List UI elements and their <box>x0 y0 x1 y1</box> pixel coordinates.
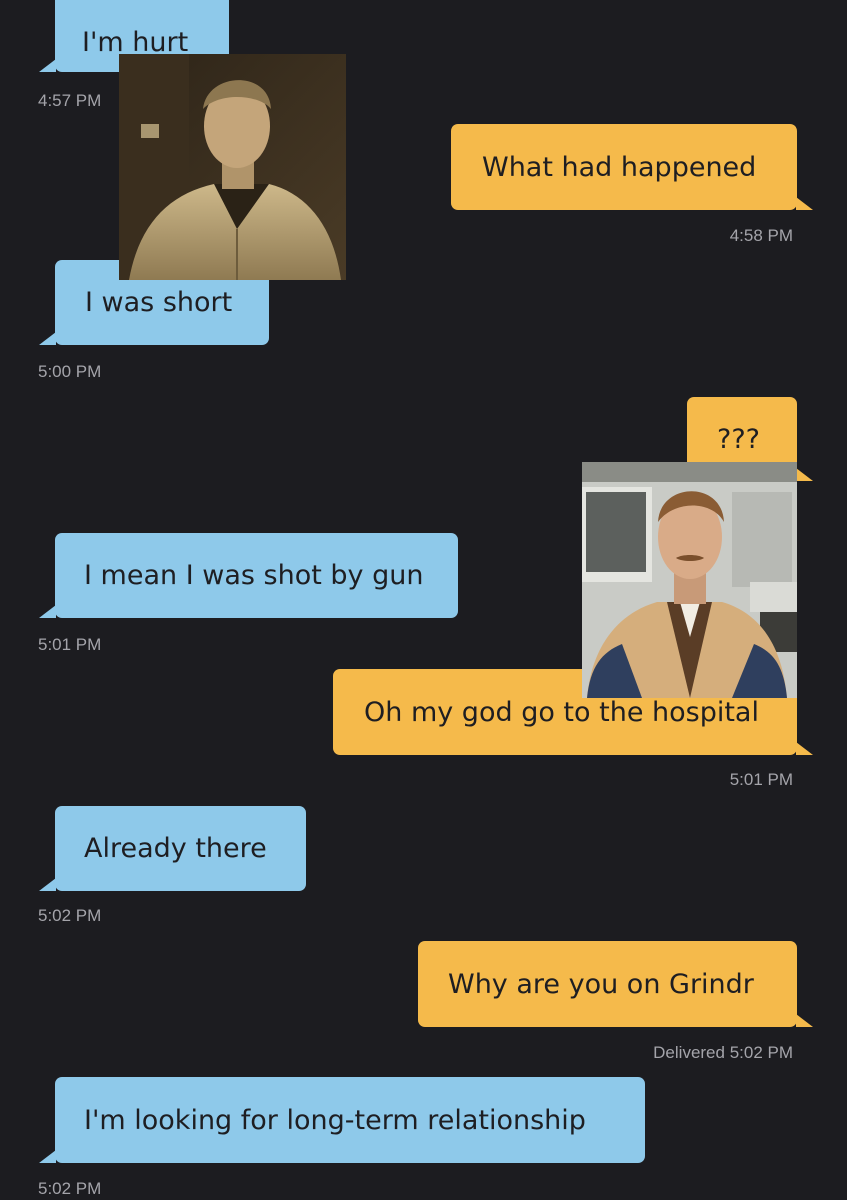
message-text: What had happened <box>482 151 757 183</box>
message-text: Oh my god go to the hospital <box>364 696 759 728</box>
incoming-message[interactable]: I'm looking for long-term relationship <box>39 1077 645 1163</box>
message-timestamp: 4:58 PM <box>729 226 793 245</box>
message-text: I mean I was shot by gun <box>84 560 424 591</box>
incoming-message[interactable]: I mean I was shot by gun <box>39 533 458 618</box>
message-timestamp: 5:01 PM <box>729 770 793 789</box>
outgoing-message[interactable]: What had happened <box>451 124 813 210</box>
message-text: I'm hurt <box>82 27 189 58</box>
message-text: ??? <box>717 423 760 455</box>
message-text: I'm looking for long-term relationship <box>84 1104 586 1136</box>
message-timestamp: 4:57 PM <box>38 91 102 110</box>
message-timestamp: 5:02 PM <box>38 1179 102 1198</box>
delivery-status: Delivered 5:02 PM <box>653 1043 793 1062</box>
outgoing-message[interactable]: Why are you on Grindr <box>418 941 813 1027</box>
overlay-photo-man-satin-jacket <box>119 54 346 280</box>
message-timestamp: 5:02 PM <box>38 906 102 925</box>
incoming-message[interactable]: Already there <box>39 806 306 891</box>
message-timestamp: 5:00 PM <box>38 362 102 381</box>
message-text: Why are you on Grindr <box>448 968 754 1000</box>
overlay-photo-man-office <box>582 462 797 698</box>
message-timestamp: 5:01 PM <box>38 635 102 654</box>
message-text: Already there <box>84 833 267 864</box>
message-text: I was short <box>85 287 233 318</box>
